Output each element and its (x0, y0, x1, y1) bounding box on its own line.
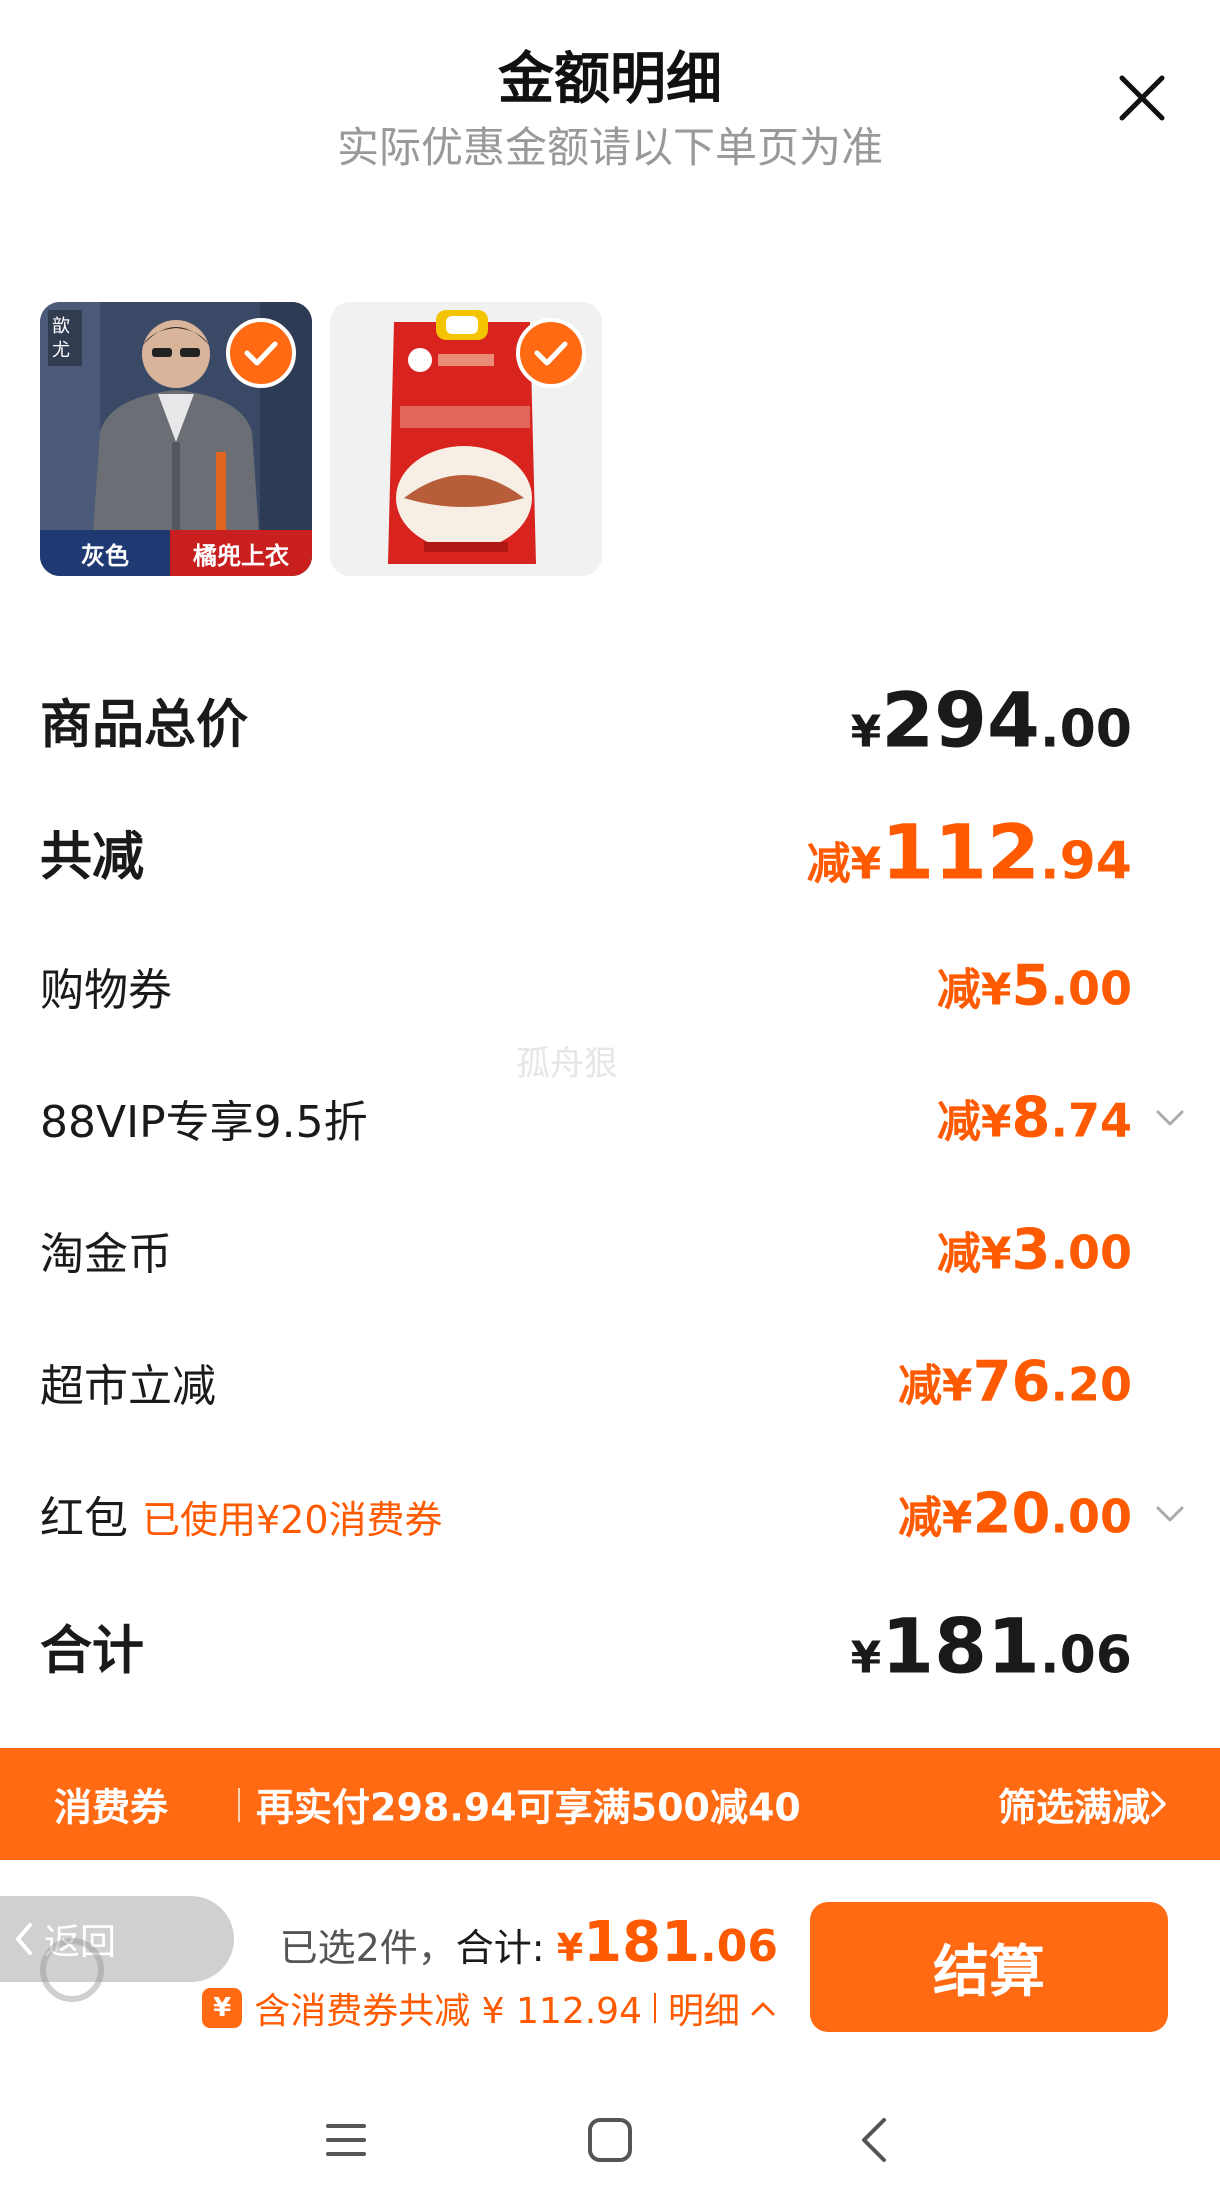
home-icon[interactable] (580, 2110, 640, 2170)
row-subtotal: 商品总价 ¥294.00 (40, 670, 1190, 770)
coupon-promo-bar[interactable]: 消费券 再实付298.94可享满500减40 筛选满减 (0, 1748, 1220, 1860)
floating-circle-icon (40, 1938, 104, 2002)
row-label: 红包 已使用¥20消费券 (40, 1493, 443, 1544)
total-amount: ¥181.06 (556, 1910, 778, 1975)
row-value: 减¥112.94 (806, 807, 1132, 897)
system-nav-bar (0, 2070, 1220, 2212)
details-header: 金额明细 实际优惠金额请以下单页为准 (0, 0, 1220, 190)
row-label: 淘金币 (40, 1229, 172, 1280)
row-label: 88VIP专享9.5折 (40, 1097, 368, 1148)
row-value: ¥181.06 (850, 1601, 1132, 1691)
promo-divider (238, 1788, 240, 1822)
row-label: 超市立减 (40, 1361, 216, 1412)
chevron-left-icon (16, 1923, 32, 1955)
page-title: 金额明细 (498, 47, 722, 112)
svg-text:歆: 歆 (52, 316, 70, 337)
promo-tag: 消费券 (54, 1785, 169, 1830)
back-button[interactable]: 返回 (0, 1896, 234, 1982)
row-label: 共减 (40, 827, 145, 888)
row-value: 减¥8.74 (936, 1085, 1132, 1151)
product-thumb-jacket[interactable]: 歆 尤 灰色 橘兜上衣 (40, 302, 312, 576)
filter-discount-link[interactable]: 筛选满减 (998, 1777, 1150, 1832)
row-label: 合计 (40, 1621, 145, 1682)
chevron-right-icon[interactable] (1148, 1788, 1170, 1820)
promo-text: 再实付298.94可享满500减40 (256, 1785, 801, 1830)
back-nav-icon[interactable] (846, 2110, 906, 2170)
total-label: 合计: (455, 1926, 545, 1970)
svg-text:尤: 尤 (52, 340, 70, 361)
selected-check-icon[interactable] (226, 318, 296, 388)
row-grand-total: 合计 ¥181.06 (40, 1596, 1190, 1696)
selected-count: 已选2件， (279, 1926, 456, 1970)
checkout-button[interactable]: 结算 (810, 1902, 1168, 2032)
chevron-down-icon[interactable] (1150, 1494, 1190, 1534)
row-label: 购物券 (40, 965, 172, 1016)
row-total-discount: 共减 减¥112.94 (40, 802, 1190, 902)
watermark-text: 孤舟狠 (516, 1044, 618, 1084)
row-coins: 淘金币 减¥3.00 (40, 1200, 1190, 1300)
row-value: 减¥20.00 (897, 1481, 1132, 1547)
row-redpacket[interactable]: 红包 已使用¥20消费券 减¥20.00 (40, 1464, 1190, 1564)
row-label: 商品总价 (40, 695, 249, 756)
row-market: 超市立减 减¥76.20 (40, 1332, 1190, 1432)
row-value: 减¥3.00 (936, 1217, 1132, 1283)
product-thumb-rice[interactable] (330, 302, 602, 576)
yen-icon: ¥ (202, 1988, 243, 2028)
product-thumbnails: 歆 尤 灰色 橘兜上衣 (40, 302, 602, 576)
selected-check-icon[interactable] (516, 318, 586, 388)
detail-toggle-link[interactable]: 明细 (668, 1982, 740, 2034)
close-icon[interactable] (1112, 68, 1172, 128)
page-subtitle: 实际优惠金额请以下单页为准 (336, 123, 883, 172)
discount-text: 含消费券共减 ¥ 112.94 (254, 1991, 642, 2032)
selection-summary: 已选2件，合计: ¥181.06 (280, 1910, 778, 1975)
row-value: ¥294.00 (850, 675, 1132, 765)
redpacket-note: 已使用¥20消费券 (142, 1498, 443, 1542)
chevron-down-icon[interactable] (1150, 1098, 1190, 1138)
detail-divider (653, 1993, 656, 2023)
product-caption-style: 橘兜上衣 (170, 530, 312, 576)
chevron-up-icon[interactable] (748, 1998, 778, 2018)
product-caption-color: 灰色 (40, 530, 170, 576)
row-coupon: 购物券 减¥5.00 (40, 936, 1190, 1036)
checkout-bar: 返回 已选2件，合计: ¥181.06 ¥ 含消费券共减 ¥ 112.94 明细… (0, 1860, 1220, 2070)
discount-summary: ¥ 含消费券共减 ¥ 112.94 明细 (202, 1982, 778, 2034)
row-value: 减¥5.00 (936, 953, 1132, 1019)
menu-icon[interactable] (316, 2110, 376, 2170)
row-value: 减¥76.20 (897, 1349, 1132, 1415)
